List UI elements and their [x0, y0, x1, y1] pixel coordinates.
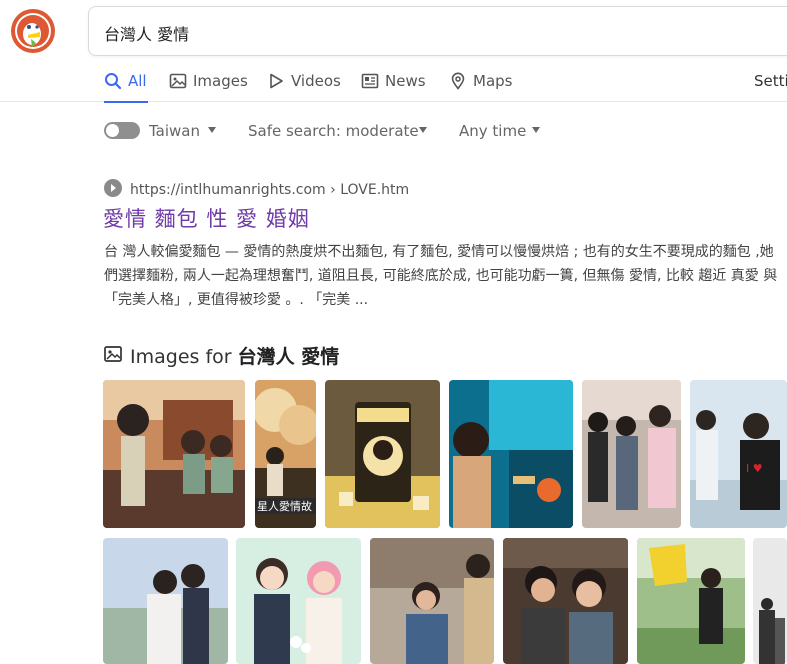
chevron-down-icon	[419, 127, 427, 133]
search-tabs: All Images Videos News Maps	[0, 62, 787, 103]
safe-search-filter[interactable]: Safe search: moderate	[248, 122, 419, 140]
tab-videos-label: Videos	[291, 72, 341, 90]
result-snippet: 台 灣人較偏愛麵包 — 愛情的熱度烘不出麵包, 有了麵包, 愛情可以慢慢烘焙 ;…	[104, 244, 778, 308]
time-filter[interactable]: Any time	[459, 122, 526, 140]
tab-news[interactable]: News	[361, 72, 426, 102]
tab-maps[interactable]: Maps	[449, 72, 512, 102]
result-path: › LOVE.htm	[325, 182, 410, 198]
result-domain: https://intlhumanrights.com	[130, 182, 326, 198]
images-heading-query: 台灣人 愛情	[237, 346, 340, 368]
tab-maps-label: Maps	[473, 72, 513, 90]
image-thumbnail[interactable]	[503, 538, 628, 664]
image-thumbnail[interactable]	[325, 380, 440, 528]
chevron-down-icon	[532, 127, 540, 133]
region-toggle[interactable]	[104, 122, 140, 139]
tab-images[interactable]: Images	[169, 72, 248, 102]
images-module-heading[interactable]: Images for 台灣人 愛情	[130, 342, 339, 369]
image-thumbnail[interactable]	[582, 380, 681, 528]
play-icon	[270, 73, 283, 89]
search-query-text[interactable]: 台灣人 愛情	[104, 21, 189, 45]
image-thumbnail[interactable]	[236, 538, 361, 664]
result-url[interactable]: https://intlhumanrights.com › LOVE.htm	[130, 182, 409, 198]
image-thumbnail[interactable]: I ♥	[690, 380, 787, 528]
search-input[interactable]: 台灣人 愛情	[88, 6, 787, 56]
duckduckgo-logo[interactable]	[10, 8, 56, 54]
image-thumbnail[interactable]	[753, 538, 787, 664]
settings-link[interactable]: Setti	[754, 72, 787, 90]
search-icon	[105, 73, 122, 90]
result-favicon-icon	[104, 179, 122, 197]
image-thumbnail[interactable]	[103, 538, 228, 664]
chevron-down-icon	[208, 127, 216, 133]
filter-bar: Taiwan Safe search: moderate Any time	[0, 118, 787, 144]
tab-news-label: News	[385, 72, 426, 90]
thumbnail-caption: 星人愛情故	[257, 499, 312, 513]
image-thumbnail[interactable]	[637, 538, 745, 664]
newspaper-icon	[361, 73, 379, 89]
image-icon	[169, 73, 187, 89]
images-heading-prefix: Images for	[130, 346, 238, 368]
tab-all-label: All	[128, 72, 147, 90]
image-thumbnail[interactable]	[370, 538, 494, 664]
image-thumbnail[interactable]	[103, 380, 245, 528]
tab-all[interactable]: All	[104, 72, 148, 103]
svg-text:I ♥: I ♥	[746, 462, 763, 475]
result-title-link[interactable]: 愛情 麵包 性 愛 婚姻	[103, 203, 310, 233]
map-pin-icon	[451, 72, 465, 90]
image-thumbnail[interactable]: 星人愛情故	[255, 380, 316, 528]
image-thumbnail[interactable]	[449, 380, 573, 528]
tab-images-label: Images	[193, 72, 248, 90]
region-filter[interactable]: Taiwan	[149, 122, 200, 140]
search-results-page: 台灣人 愛情 All Images Videos News Maps Setti…	[0, 0, 787, 664]
tab-videos[interactable]: Videos	[267, 72, 341, 102]
image-icon	[104, 346, 122, 362]
